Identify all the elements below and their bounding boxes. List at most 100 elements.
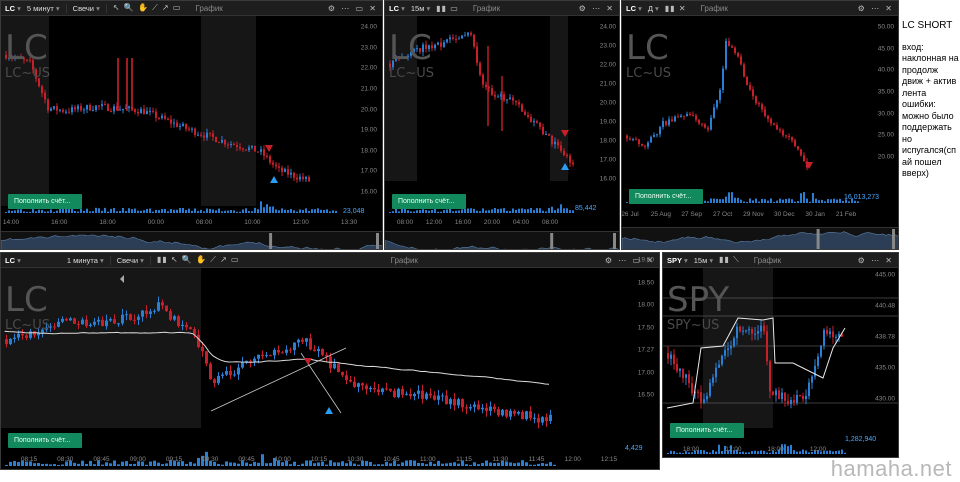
candle-body — [638, 139, 640, 145]
price-chart[interactable] — [1, 16, 383, 250]
candle-body — [164, 115, 166, 119]
candle-body — [473, 34, 475, 47]
volume-bar — [119, 210, 121, 213]
candle-body — [257, 354, 260, 359]
candle-body — [515, 100, 517, 103]
candle-body — [761, 104, 763, 110]
price-tick-label: 23.00 — [599, 42, 616, 50]
chart-type-icon[interactable]: ▮▮ ⟍ — [719, 255, 740, 265]
candle-body — [221, 140, 223, 143]
time-tick-label: 16:00 — [454, 219, 472, 226]
symbol-selector[interactable]: LC — [626, 4, 642, 13]
chart-type-icon[interactable]: ▮▮ ✕ — [665, 4, 687, 13]
candle-body — [251, 145, 253, 148]
deposit-button[interactable]: Пополнить счёт... — [629, 189, 703, 204]
candle-body — [569, 155, 571, 163]
deposit-button[interactable]: Пополнить счёт... — [8, 194, 82, 209]
candle-body — [200, 134, 202, 136]
volume-bar — [209, 208, 211, 213]
volume-bar — [536, 208, 538, 213]
price-tick-label: 24.00 — [599, 23, 616, 31]
candle-body — [373, 387, 376, 390]
candle-body — [545, 417, 548, 422]
timeframe-selector[interactable]: 5 минут — [27, 4, 60, 13]
chart-title: График — [753, 255, 782, 265]
candle-body — [191, 128, 193, 130]
chart-panel-lc-1min[interactable]: LC 1 минута Свечи ▮▮ ↖ 🔍 ✋ ⟋ ↗ ▭ График … — [0, 252, 660, 470]
candle-body — [237, 367, 240, 375]
candle-body — [758, 103, 760, 105]
symbol-selector[interactable]: LC — [5, 256, 21, 265]
volume-bar — [428, 210, 430, 213]
candle-body — [56, 106, 58, 111]
candle-body — [165, 305, 168, 312]
candle-body — [700, 392, 702, 403]
symbol-selector[interactable]: LC — [5, 4, 21, 13]
candle-body — [805, 396, 807, 400]
candle-body — [121, 314, 124, 324]
volume-bar — [830, 199, 832, 203]
candle-body — [433, 395, 436, 400]
candle-body — [421, 390, 424, 399]
chart-type-icon[interactable]: ▮▮ ▭ — [436, 4, 459, 13]
symbol-selector[interactable]: LC — [389, 4, 405, 13]
drawing-tools-icon[interactable]: ↖ 🔍 ✋ ⟋ ↗ ▭ — [113, 3, 182, 13]
deposit-button[interactable]: Пополнить счёт... — [8, 433, 82, 448]
volume-bar — [788, 198, 790, 203]
candle-body — [170, 119, 172, 124]
candle-body — [357, 383, 360, 387]
volume-bar — [785, 198, 787, 203]
volume-bar — [203, 211, 205, 213]
deposit-button[interactable]: Пополнить счёт... — [392, 194, 466, 209]
candle-body — [476, 46, 478, 64]
volume-bar — [272, 206, 274, 213]
candle-body — [212, 133, 214, 137]
chart-type-selector[interactable]: Свечи — [109, 255, 151, 265]
navigator-strip[interactable] — [622, 227, 898, 249]
candle-body — [61, 318, 64, 322]
chart-panel-spy-15min[interactable]: SPY 15м ▮▮ ⟍ График ⚙ ⋯ ✕ SPY SPY~US 445… — [662, 252, 899, 458]
candle-body — [284, 169, 286, 172]
navigator-strip[interactable] — [385, 231, 619, 249]
chart-type-selector[interactable]: Свечи — [65, 3, 107, 13]
candle-body — [5, 54, 7, 59]
time-tick-label: 00:00 — [147, 219, 164, 226]
timeframe-selector[interactable]: 1 минута — [67, 256, 104, 265]
chart-panel-lc-daily[interactable]: LC Д ▮▮ ✕ График ⚙ ⋯ ✕ LC LC~US 50.0045.… — [621, 0, 899, 250]
time-tick-label: 18:00 — [99, 219, 116, 226]
deposit-button[interactable]: Пополнить счёт... — [670, 423, 744, 438]
timeframe-selector[interactable]: 15м — [411, 4, 430, 13]
candle-body — [701, 123, 703, 125]
volume-bar — [854, 200, 856, 203]
navigator-strip[interactable] — [1, 231, 382, 249]
time-tick-label: 08:00 — [396, 219, 414, 226]
volume-bar — [116, 211, 118, 213]
symbol-selector[interactable]: SPY — [667, 256, 688, 265]
candle-body — [177, 316, 180, 327]
candle-body — [742, 330, 744, 332]
volume-bar — [206, 208, 208, 213]
volume-bar — [488, 210, 490, 213]
timeframe-selector[interactable]: Д — [648, 4, 659, 13]
volume-bar — [743, 201, 745, 203]
candle-body — [176, 122, 178, 127]
volume-bar — [710, 198, 712, 203]
candle-body — [218, 142, 220, 144]
volume-bar — [764, 199, 766, 203]
price-chart[interactable] — [1, 268, 660, 470]
volume-bar — [848, 201, 850, 203]
drawing-tools-icon[interactable]: ▮▮ ↖ 🔍 ✋ ⟋ ↗ ▭ — [157, 255, 240, 265]
candle-body — [146, 111, 148, 115]
chart-panel-lc-5min[interactable]: LC 5 минут Свечи ↖ 🔍 ✋ ⟋ ↗ ▭ График ⚙ ⋯ … — [0, 0, 383, 250]
volume-bar — [491, 209, 493, 213]
candle-body — [269, 355, 272, 357]
navigator-handle — [269, 233, 273, 249]
time-tick-label: 12:00 — [725, 446, 742, 453]
chart-panel-lc-15min[interactable]: LC 15м ▮▮ ▭ График ⚙ ⋯ ✕ LC LC~US 24.002… — [384, 0, 620, 250]
price-tick-label: 22.00 — [360, 64, 377, 72]
volume-bar — [800, 193, 802, 203]
candle-body — [667, 353, 669, 359]
candle-body — [477, 404, 480, 410]
candle-body — [497, 409, 500, 416]
timeframe-selector[interactable]: 15м — [694, 256, 713, 265]
